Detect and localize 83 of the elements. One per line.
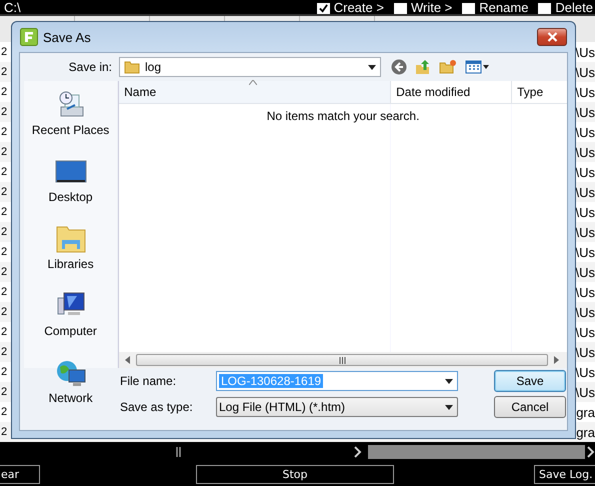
table-cell: 2 — [1, 86, 8, 98]
dropdown-arrow-icon — [445, 404, 453, 410]
table-cell: 2 — [1, 246, 8, 258]
folder-icon — [124, 60, 140, 74]
table-cell: gra — [576, 404, 595, 420]
scroll-right-icon[interactable] — [587, 446, 595, 458]
app-button[interactable]: Save Log. — [534, 464, 595, 484]
table-cell: 2 — [1, 426, 8, 438]
table-cell: \Us — [576, 264, 595, 280]
table-cell: \Us — [576, 84, 595, 100]
table-cell: \Us — [576, 364, 595, 380]
app-button[interactable]: Stop — [196, 464, 394, 484]
table-cell: \Us — [576, 144, 595, 160]
table-cell: \Us — [576, 44, 595, 60]
place-item[interactable]: Recent Places — [32, 89, 110, 137]
table-cell: 2 — [1, 146, 8, 158]
place-item[interactable]: Desktop — [48, 156, 93, 204]
table-cell: 2 — [1, 386, 8, 398]
scroll-grip-icon[interactable] — [176, 447, 182, 457]
table-cell: 2 — [1, 366, 8, 378]
table-cell: 2 — [1, 306, 8, 318]
table-cell: 2 — [1, 126, 8, 138]
app-icon — [20, 28, 38, 46]
column-header[interactable]: Name — [119, 81, 392, 103]
back-icon[interactable] — [391, 59, 407, 75]
save-in-dropdown[interactable]: log — [119, 57, 381, 77]
table-cell: \Us — [576, 164, 595, 180]
empty-message: No items match your search. — [266, 109, 420, 124]
table-cell: \Us — [576, 384, 595, 400]
table-cell: 2 — [1, 206, 8, 218]
table-cell: 2 — [1, 106, 8, 118]
app-button[interactable]: ear — [0, 464, 40, 484]
path-text: C:\ — [4, 1, 21, 14]
table-cell: \Us — [576, 344, 595, 360]
place-item[interactable]: Network — [48, 357, 93, 405]
dropdown-arrow-icon — [445, 378, 453, 384]
place-item[interactable]: Libraries — [48, 223, 94, 271]
option-checkbox[interactable]: Rename — [462, 1, 528, 14]
table-cell: \Us — [576, 104, 595, 120]
table-cell: \Us — [576, 124, 595, 140]
table-cell: \Us — [576, 284, 595, 300]
save-button[interactable]: Save — [494, 370, 566, 392]
save-as-type-label: Save as type: — [120, 400, 194, 414]
table-cell: 2 — [1, 266, 8, 278]
table-cell: \Us — [576, 204, 595, 220]
table-cell: \Us — [576, 64, 595, 80]
table-cell: 2 — [1, 326, 8, 338]
table-cell: \Us — [576, 224, 595, 240]
cancel-button[interactable]: Cancel — [494, 396, 566, 418]
option-checkbox[interactable]: Write > — [394, 1, 452, 14]
save-in-label: Save in: — [68, 60, 112, 74]
table-cell: \Us — [576, 244, 595, 260]
table-cell: 2 — [1, 166, 8, 178]
close-button[interactable] — [537, 28, 567, 46]
file-name-label: File name: — [120, 374, 178, 388]
up-folder-icon[interactable] — [415, 59, 431, 75]
table-cell: 2 — [1, 286, 8, 298]
close-icon — [546, 32, 558, 42]
place-item[interactable]: Computer — [44, 290, 97, 338]
view-menu-icon[interactable] — [465, 59, 491, 75]
scrollbar-thumb[interactable] — [136, 354, 548, 366]
table-cell: 2 — [1, 226, 8, 238]
table-cell: 2 — [1, 66, 8, 78]
option-checkbox[interactable]: Create > — [316, 1, 384, 14]
option-checkbox[interactable]: Delete — [538, 1, 593, 14]
scroll-right-icon[interactable] — [354, 446, 362, 458]
scrollbar-track[interactable] — [368, 445, 586, 459]
table-cell: 2 — [1, 46, 8, 58]
table-cell: \Us — [576, 304, 595, 320]
dropdown-arrow-icon — [368, 64, 376, 70]
new-folder-icon[interactable] — [439, 59, 457, 75]
table-cell: gra — [576, 424, 595, 440]
check-icon — [318, 4, 328, 13]
file-type-dropdown[interactable]: Log File (HTML) (*.htm) — [216, 397, 458, 417]
table-cell: \Us — [576, 324, 595, 340]
column-header[interactable]: Type — [512, 81, 567, 103]
table-cell: 2 — [1, 186, 8, 198]
column-header[interactable]: Date modified — [391, 81, 512, 103]
scroll-left-icon[interactable] — [125, 356, 130, 364]
window-title: Save As — [43, 30, 91, 44]
table-cell: \Us — [576, 184, 595, 200]
table-cell: 2 — [1, 406, 8, 418]
table-cell: 2 — [1, 346, 8, 358]
